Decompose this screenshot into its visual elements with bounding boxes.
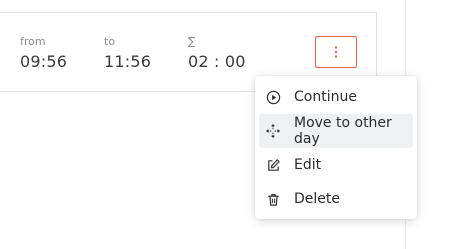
to-time: 11:56 bbox=[104, 52, 152, 71]
trash-icon bbox=[265, 191, 281, 207]
more-vertical-icon bbox=[334, 43, 338, 62]
menu-item-edit[interactable]: Edit bbox=[259, 148, 413, 182]
menu-item-delete[interactable]: Delete bbox=[259, 182, 413, 216]
menu-item-label: Edit bbox=[294, 157, 322, 173]
from-time: 09:56 bbox=[20, 52, 68, 71]
edit-icon bbox=[265, 157, 281, 173]
menu-item-continue[interactable]: Continue bbox=[259, 80, 413, 114]
duration-field: ∑ 02 : 00 bbox=[188, 35, 246, 71]
menu-item-label: Continue bbox=[294, 89, 357, 105]
more-actions-button[interactable] bbox=[315, 36, 357, 68]
to-field: to 11:56 bbox=[104, 35, 151, 71]
from-field: from 09:56 bbox=[20, 35, 67, 71]
play-circle-icon bbox=[265, 89, 281, 105]
duration-value: 02 : 00 bbox=[188, 52, 246, 71]
menu-item-label: Move to other day bbox=[294, 115, 392, 147]
move-arrows-icon bbox=[265, 123, 281, 139]
menu-item-label: Delete bbox=[294, 191, 340, 207]
to-label: to bbox=[104, 35, 116, 48]
menu-item-move-to-other-day[interactable]: Move to other day bbox=[259, 114, 413, 148]
time-entry-view: from 09:56 to 11:56 ∑ 02 : 00 Continue M… bbox=[0, 0, 450, 249]
from-label: from bbox=[20, 35, 46, 48]
duration-label: ∑ bbox=[188, 35, 196, 48]
actions-menu: Continue Move to other day Edit Delete bbox=[255, 76, 417, 219]
